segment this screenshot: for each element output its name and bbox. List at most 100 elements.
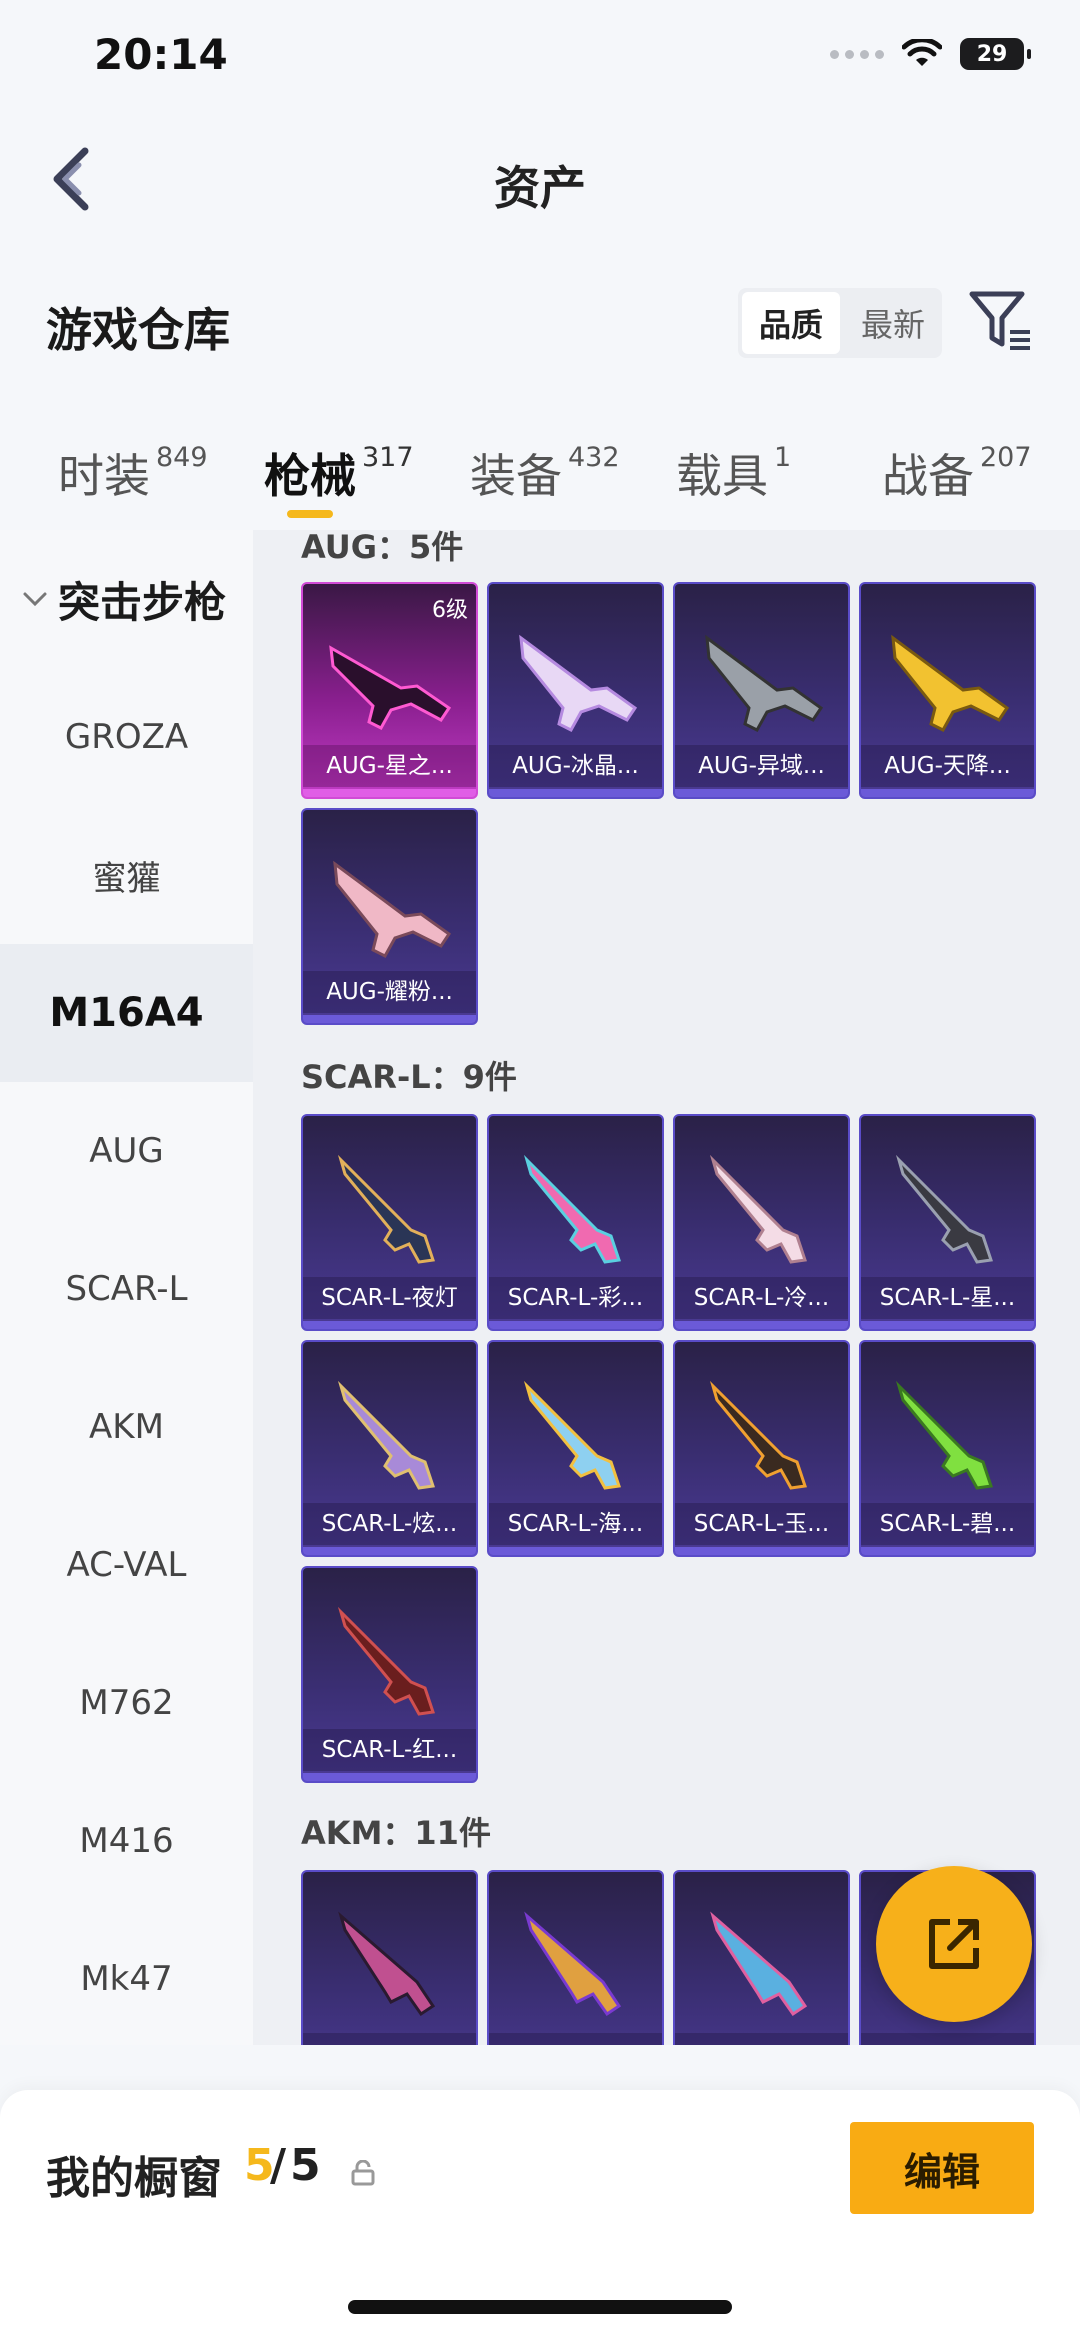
sidebar-item-akm[interactable]: AKM: [0, 1358, 253, 1496]
sidebar-group-assault-rifles[interactable]: 突击步枪: [0, 530, 253, 668]
weapon-card[interactable]: AUG-冰晶...: [487, 582, 664, 799]
rifle-skin-image: [329, 645, 452, 730]
showcase-separator: /: [270, 2140, 287, 2191]
section-title-scar-l: SCAR-L：9件: [301, 1058, 517, 1096]
tab-vehicles[interactable]: 载具 1: [676, 440, 791, 506]
weapon-card-label: SCAR-L-海...: [489, 1503, 662, 1545]
sidebar-item-ac-val[interactable]: AC-VAL: [0, 1496, 253, 1634]
share-button[interactable]: [876, 1866, 1032, 2022]
rarity-bar: [861, 1547, 1034, 1555]
active-tab-indicator: [287, 510, 333, 518]
warehouse-header: 游戏仓库 品质 最新: [0, 280, 1080, 370]
weapon-card[interactable]: SCAR-L-玉...: [673, 1340, 850, 1557]
rarity-bar: [303, 1547, 476, 1555]
sidebar-item-scar-l[interactable]: SCAR-L: [0, 1220, 253, 1358]
status-icons: 29: [830, 38, 1031, 70]
rarity-bar: [489, 1547, 662, 1555]
sidebar-item-aug[interactable]: AUG: [0, 1082, 253, 1220]
rifle-skin-image: [895, 1154, 993, 1264]
tab-fashion[interactable]: 时装 849: [58, 440, 208, 506]
content-area: 突击步枪 GROZA 蜜獾 M16A4 AUG SCAR-L AKM AC-VA…: [0, 530, 1080, 2045]
weapon-card[interactable]: SCAR-L-星...: [859, 1114, 1036, 1331]
rifle-skin-image: [523, 1380, 621, 1490]
tab-count: 1: [774, 442, 792, 473]
sidebar-item-m762[interactable]: M762: [0, 1634, 253, 1772]
section-title-akm: AKM：11件: [301, 1814, 491, 1852]
weapon-card[interactable]: SCAR-L-碧...: [859, 1340, 1036, 1557]
weapon-card[interactable]: SCAR-L-彩...: [487, 1114, 664, 1331]
weapon-card[interactable]: [301, 1870, 478, 2045]
category-tabs: 时装 849 枪械 317 装备 432 载具 1 战备 207: [0, 430, 1080, 530]
rifle-skin-image: [710, 1911, 808, 2017]
weapon-card-label: [303, 2033, 476, 2045]
weapon-card[interactable]: AUG-天降...: [859, 582, 1036, 799]
tab-combat-gear[interactable]: 战备 207: [882, 440, 1032, 506]
weapon-card-label: [675, 2033, 848, 2045]
tab-count: 432: [568, 442, 620, 473]
weapon-card[interactable]: [673, 1870, 850, 2045]
filter-button[interactable]: [966, 286, 1036, 356]
rifle-skin-image: [337, 1606, 435, 1716]
share-external-icon: [929, 1919, 979, 1969]
sidebar-item-mk47[interactable]: Mk47: [0, 1910, 253, 2048]
weapon-grid: AUG：5件 6级 AUG-星之... AUG-冰晶... AUG-异域...: [253, 530, 1080, 2045]
sidebar-item-m416[interactable]: M416: [0, 1772, 253, 1910]
chevron-down-icon: [23, 592, 47, 607]
sidebar-item-honey-badger[interactable]: 蜜獾: [0, 806, 253, 944]
tab-firearms[interactable]: 枪械 317: [264, 440, 414, 506]
weapon-card[interactable]: AUG-耀粉...: [301, 808, 478, 1025]
tab-label: 枪械: [264, 449, 356, 503]
tab-label: 装备: [470, 449, 562, 503]
weapon-card[interactable]: SCAR-L-炫...: [301, 1340, 478, 1557]
weapon-card-label: SCAR-L-红...: [303, 1729, 476, 1771]
edit-button[interactable]: 编辑: [850, 2122, 1034, 2214]
tab-count: 207: [980, 442, 1032, 473]
signal-icon: [830, 49, 884, 59]
weapon-card-label: SCAR-L-碧...: [861, 1503, 1034, 1545]
rarity-bar: [303, 1773, 476, 1781]
rarity-bar: [675, 1547, 848, 1555]
showcase-label: 我的橱窗: [46, 2153, 222, 2204]
rifle-skin-image: [337, 1154, 435, 1264]
weapon-card[interactable]: [487, 1870, 664, 2045]
weapon-card[interactable]: SCAR-L-冷...: [673, 1114, 850, 1331]
battery-icon: 29: [960, 38, 1031, 70]
status-time: 20:14: [94, 30, 228, 79]
rarity-bar: [861, 789, 1034, 797]
weapon-card[interactable]: SCAR-L-夜灯: [301, 1114, 478, 1331]
sidebar-item-groza[interactable]: GROZA: [0, 668, 253, 806]
rarity-bar: [303, 1321, 476, 1329]
rifle-skin-image: [891, 634, 1010, 732]
weapon-card-label: AUG-异域...: [675, 745, 848, 787]
weapon-card[interactable]: AUG-异域...: [673, 582, 850, 799]
weapon-card-label: SCAR-L-炫...: [303, 1503, 476, 1545]
sort-quality-option[interactable]: 品质: [742, 292, 840, 354]
weapon-card[interactable]: SCAR-L-海...: [487, 1340, 664, 1557]
tab-equipment[interactable]: 装备 432: [470, 440, 620, 506]
page-title: 资产: [494, 161, 586, 215]
weapon-card[interactable]: SCAR-L-红...: [301, 1566, 478, 1783]
rarity-bar: [303, 789, 476, 797]
filter-icon: [969, 291, 1030, 350]
rarity-bar: [675, 1321, 848, 1329]
weapon-card-label: SCAR-L-夜灯: [303, 1277, 476, 1319]
skin-level-badge: 6级: [432, 598, 468, 623]
weapon-card-label: AUG-耀粉...: [303, 971, 476, 1013]
weapon-card[interactable]: 6级 AUG-星之...: [301, 582, 478, 799]
sidebar-item-m16a4[interactable]: M16A4: [0, 944, 253, 1082]
sort-newest-option[interactable]: 最新: [844, 288, 942, 358]
rarity-bar: [861, 1321, 1034, 1329]
section-title-aug: AUG：5件: [301, 530, 464, 566]
tab-label: 时装: [58, 449, 150, 503]
rarity-bar: [489, 789, 662, 797]
weapon-sidebar: 突击步枪 GROZA 蜜獾 M16A4 AUG SCAR-L AKM AC-VA…: [0, 530, 253, 2045]
rifle-skin-image: [524, 1911, 622, 2017]
sort-toggle: 品质 最新: [738, 288, 942, 358]
weapon-card-label: SCAR-L-冷...: [675, 1277, 848, 1319]
sidebar-group-label: 突击步枪: [58, 577, 227, 627]
rifle-skin-image: [709, 1380, 807, 1490]
weapon-card-label: AUG-天降...: [861, 745, 1034, 787]
wifi-icon: [902, 39, 942, 66]
weapon-card-label: AUG-星之...: [303, 745, 476, 787]
tab-count: 849: [156, 442, 208, 473]
